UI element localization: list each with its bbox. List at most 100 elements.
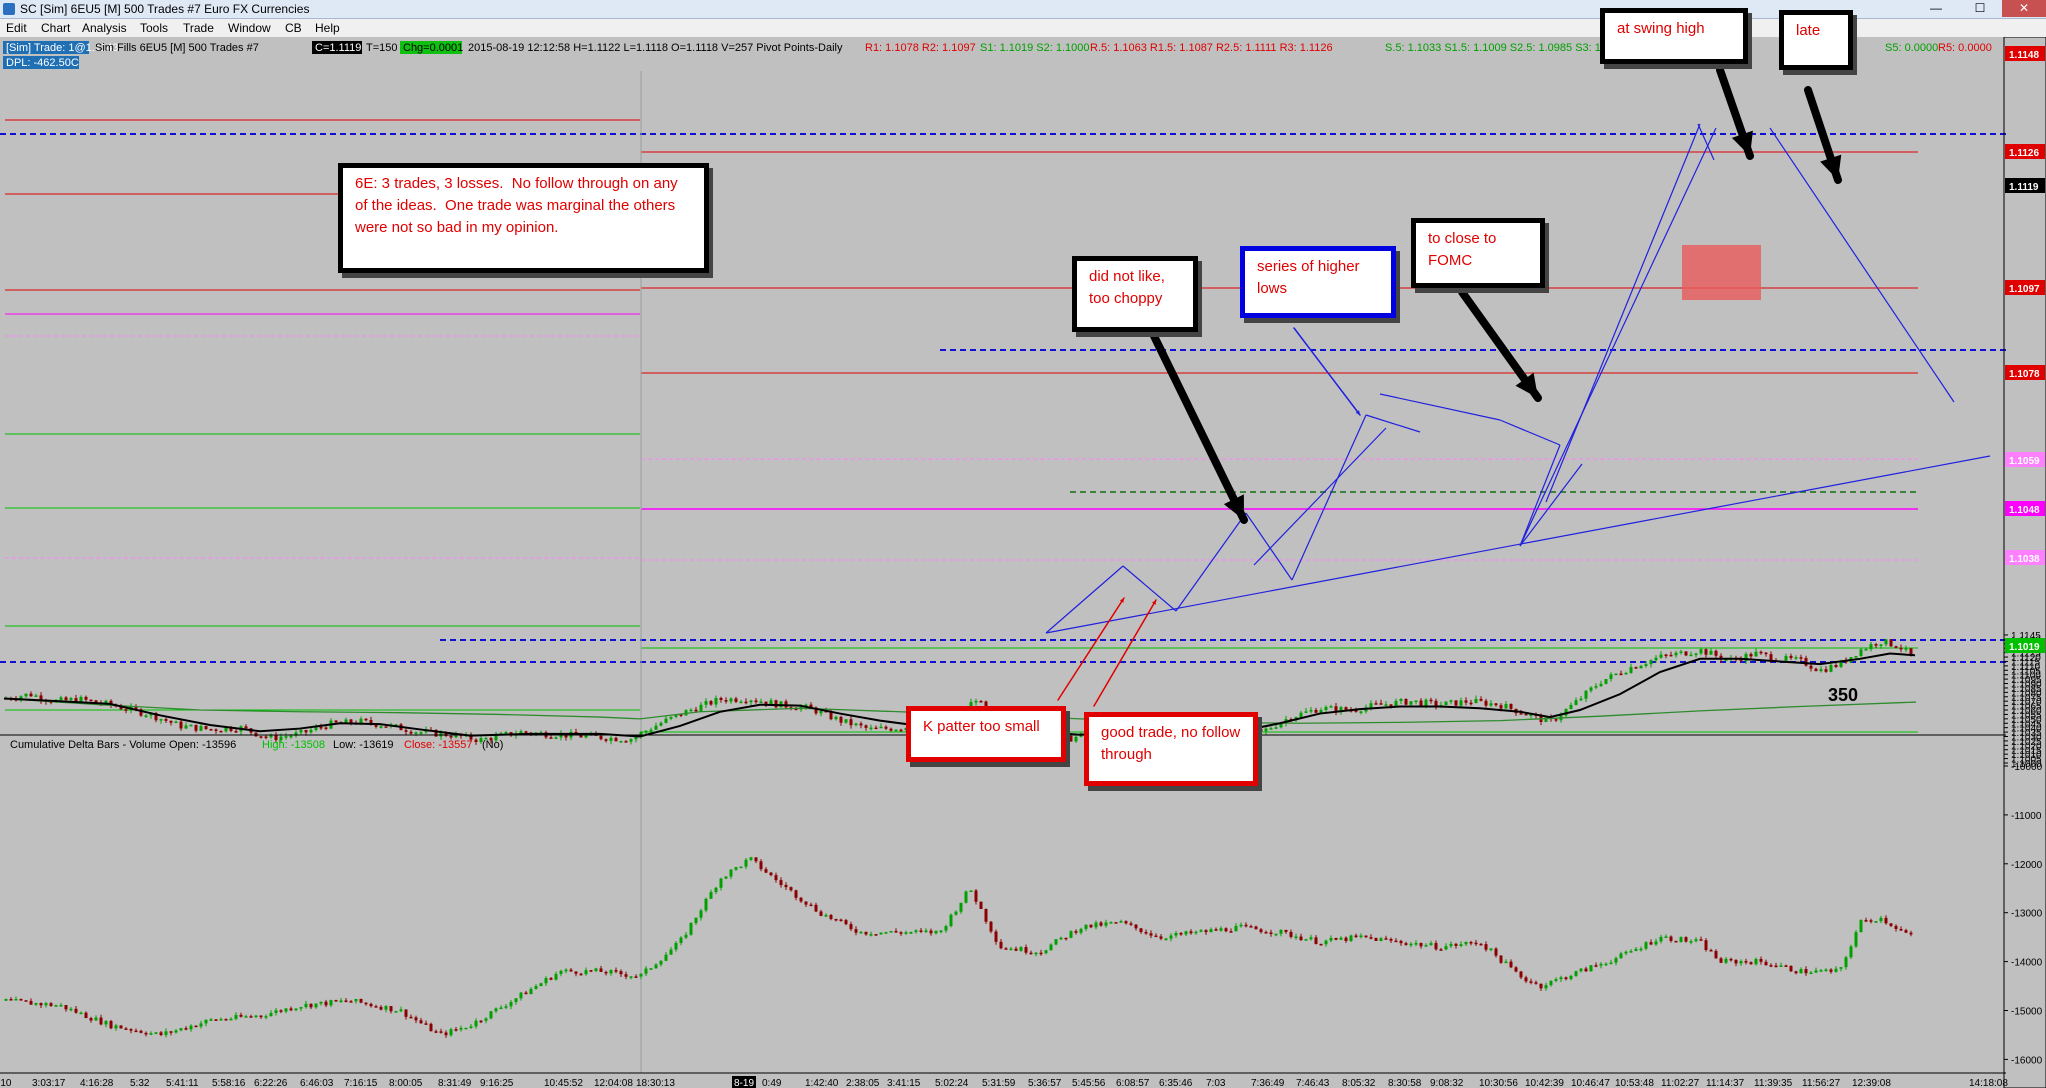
menu-analysis[interactable]: Analysis <box>82 21 127 35</box>
delta-candle <box>1134 924 1138 929</box>
menu-tools[interactable]: Tools <box>140 21 168 35</box>
menu-cb[interactable]: CB <box>285 21 302 35</box>
menu-window[interactable]: Window <box>228 21 271 35</box>
delta-candle <box>629 976 633 978</box>
price-candle <box>1609 674 1613 680</box>
delta-candle <box>1409 943 1413 946</box>
delta-candle <box>454 1029 458 1031</box>
delta-candle <box>1364 935 1368 938</box>
menu-trade[interactable]: Trade <box>183 21 214 35</box>
price-candle <box>379 726 383 728</box>
delta-candle <box>204 1019 208 1024</box>
delta-candle <box>644 968 648 974</box>
menu-help[interactable]: Help <box>315 21 340 35</box>
delta-candle <box>1404 943 1408 945</box>
delta-candle <box>619 971 623 975</box>
delta-candle <box>1524 977 1528 982</box>
delta-candle <box>1104 922 1108 926</box>
delta-candle <box>119 1025 123 1029</box>
time-label: 3:41:15 <box>887 1078 921 1088</box>
time-label: 8:30:58 <box>1388 1078 1422 1088</box>
delta-candle <box>799 897 803 902</box>
delta-candle <box>1439 949 1443 951</box>
menu-chart[interactable]: Chart <box>41 21 70 35</box>
price-candle <box>1829 664 1833 672</box>
delta-candle <box>819 911 823 916</box>
delta-candle <box>1169 935 1173 939</box>
delta-candle <box>1644 942 1648 949</box>
delta-candle <box>909 932 913 934</box>
delta-candle <box>1579 968 1583 972</box>
price-candle <box>169 720 173 723</box>
delta-candle <box>1139 928 1143 933</box>
delta-candle <box>19 999 23 1001</box>
price-chart[interactable]: [Sim] Trade: 1@1.1143 Sim Fills 6EU5 [M]… <box>0 37 2046 1088</box>
delta-candle <box>1889 923 1893 926</box>
delta-candle <box>874 934 878 936</box>
close-button[interactable]: ✕ <box>2002 0 2046 17</box>
delta-candle <box>1354 935 1358 937</box>
delta-candle <box>1049 944 1053 951</box>
delta-candle <box>229 1018 233 1021</box>
delta-candle <box>1674 940 1678 943</box>
price-tag-label: 1.1148 <box>2009 50 2039 61</box>
delta-candle <box>659 960 663 965</box>
price-candle <box>1464 700 1468 703</box>
price-candle <box>1834 664 1838 668</box>
delta-candle <box>269 1012 273 1017</box>
price-candle <box>1879 644 1883 646</box>
delta-candle <box>899 932 903 934</box>
price-candle <box>1454 700 1458 706</box>
delta-candle <box>534 986 538 989</box>
price-candle <box>224 727 228 732</box>
price-candle <box>1479 698 1483 701</box>
delta-candle <box>849 924 853 930</box>
price-candle <box>664 718 668 723</box>
price-candle <box>1419 700 1423 706</box>
delta-candle <box>584 970 588 975</box>
delta-candle <box>379 1006 383 1010</box>
delta-candle <box>809 904 813 907</box>
price-candle <box>1644 664 1648 666</box>
delta-candle <box>1254 926 1258 930</box>
price-candle <box>244 726 248 729</box>
price-candle <box>414 732 418 734</box>
delta-candle <box>129 1029 133 1031</box>
price-candle <box>1359 711 1363 713</box>
delta-candle <box>459 1027 463 1030</box>
price-candle <box>164 719 168 721</box>
delta-candle <box>1604 963 1608 966</box>
delta-candle <box>1004 948 1008 950</box>
delta-candle <box>1084 924 1088 929</box>
delta-candle <box>1839 967 1843 969</box>
minimize-button[interactable]: — <box>1914 0 1958 17</box>
price-candle <box>1259 728 1263 732</box>
delta-candle <box>574 971 578 974</box>
delta-candle <box>404 1009 408 1017</box>
price-candle <box>319 726 323 729</box>
maximize-button[interactable]: ☐ <box>1958 0 2002 17</box>
delta-candle <box>649 968 653 970</box>
delta-candle <box>844 920 848 925</box>
delta-candle <box>939 930 943 933</box>
price-candle <box>769 700 773 705</box>
menu-edit[interactable]: Edit <box>6 21 27 35</box>
delta-candle <box>1194 931 1198 934</box>
delta-candle <box>1814 970 1818 973</box>
price-candle <box>409 731 413 734</box>
delta-candle <box>719 878 723 888</box>
price-candle <box>1869 644 1873 650</box>
delta-candle <box>869 934 873 936</box>
delta-candle <box>1434 943 1438 950</box>
time-label: 6:08:57 <box>1116 1078 1150 1088</box>
delta-candle <box>794 890 798 898</box>
delta-candle <box>1749 962 1753 965</box>
price-candle <box>1654 657 1658 661</box>
delta-candle <box>1464 941 1468 945</box>
delta-candle <box>14 999 18 1001</box>
price-candle <box>614 737 618 742</box>
delta-candle <box>434 1031 438 1033</box>
delta-candle <box>729 869 733 877</box>
delta-candle <box>704 898 708 911</box>
delta-candle <box>1849 946 1853 958</box>
